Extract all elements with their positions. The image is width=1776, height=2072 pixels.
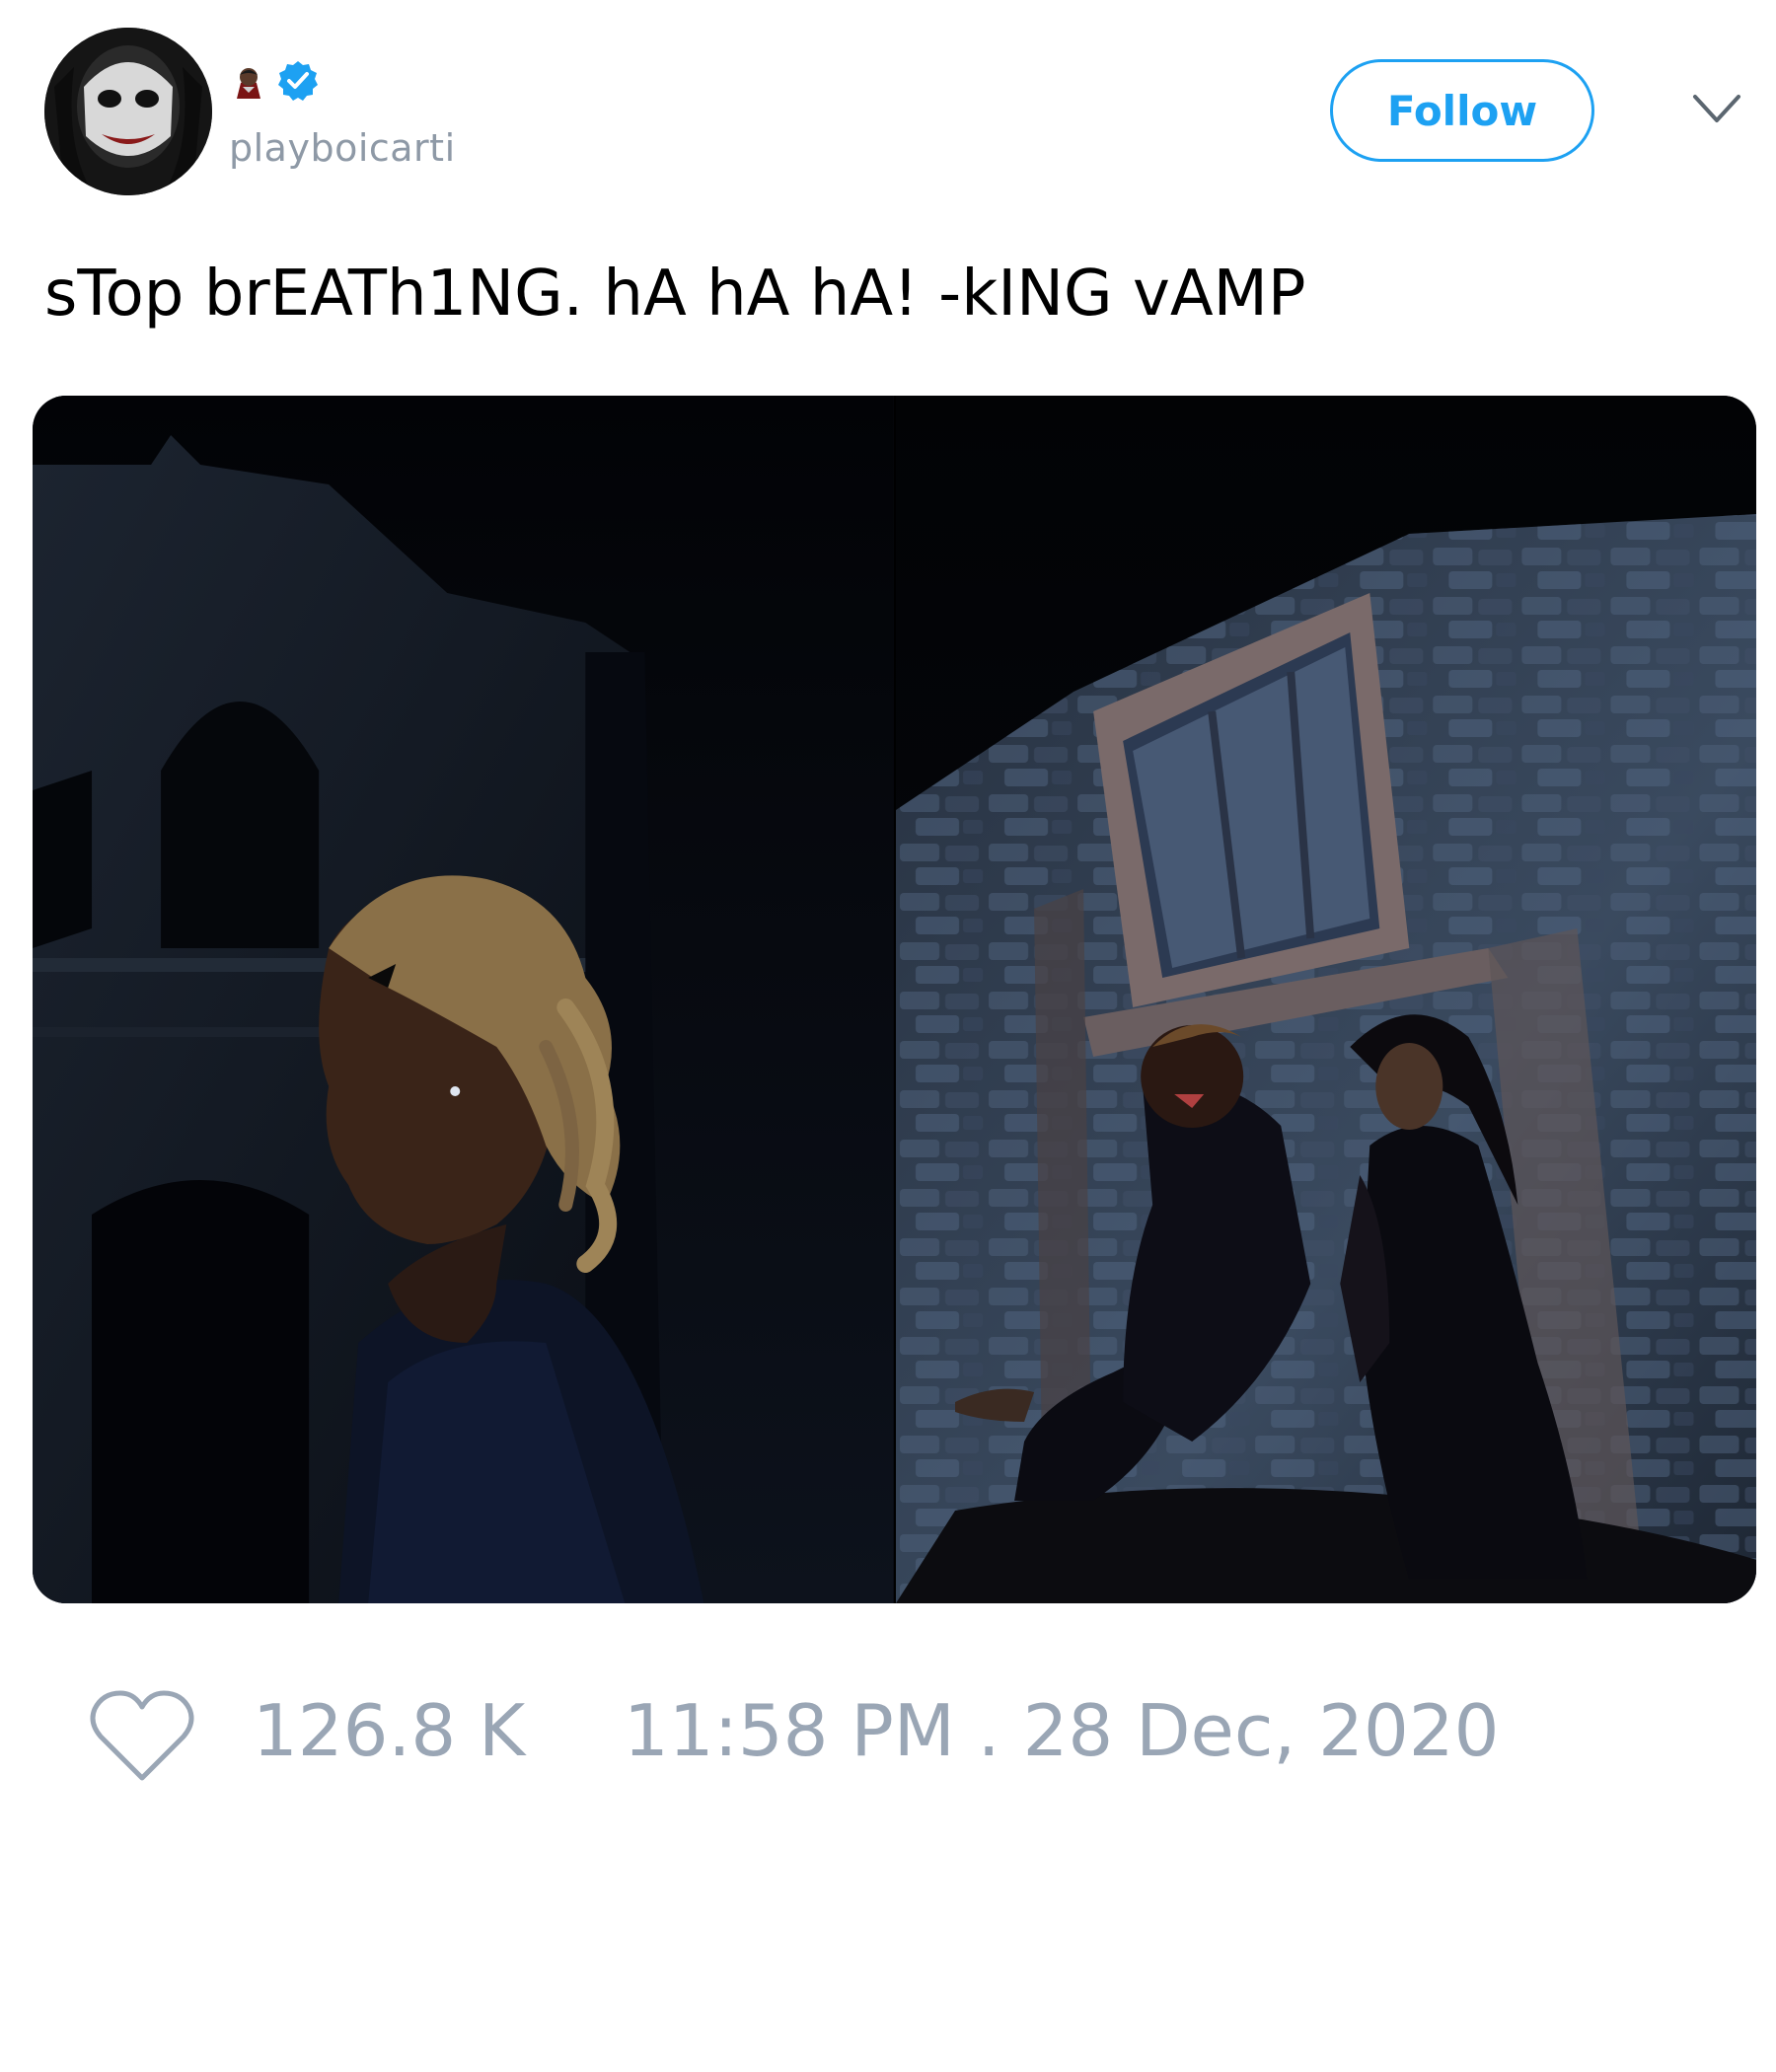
chevron-down-icon[interactable] <box>1691 89 1742 128</box>
photo-right-image <box>895 396 1756 1603</box>
like-count: 126.8 K <box>253 1689 526 1772</box>
follow-button[interactable]: Follow <box>1330 59 1594 162</box>
tweet-header: playboicarti Follow <box>0 0 1776 217</box>
vampire-emoji-icon <box>237 68 260 99</box>
tweet-media[interactable] <box>33 396 1756 1603</box>
media-photo-left[interactable] <box>33 396 894 1603</box>
user-handle[interactable]: playboicarti <box>229 126 456 170</box>
tweet-text: sTop brEATh1NG. hA hA hA! -kING vAMP <box>44 258 1306 331</box>
tweet-footer: 126.8 K 11:58 PM . 28 Dec, 2020 <box>0 1667 1776 1796</box>
display-name[interactable] <box>229 57 320 105</box>
photo-left-image <box>33 396 894 1603</box>
media-photo-right[interactable] <box>895 396 1756 1603</box>
tweet-timestamp[interactable]: 11:58 PM . 28 Dec, 2020 <box>624 1689 1499 1772</box>
verified-badge-icon <box>278 61 318 101</box>
joker-face-avatar-icon <box>44 28 212 195</box>
avatar[interactable] <box>44 28 212 195</box>
heart-icon[interactable] <box>87 1687 197 1786</box>
